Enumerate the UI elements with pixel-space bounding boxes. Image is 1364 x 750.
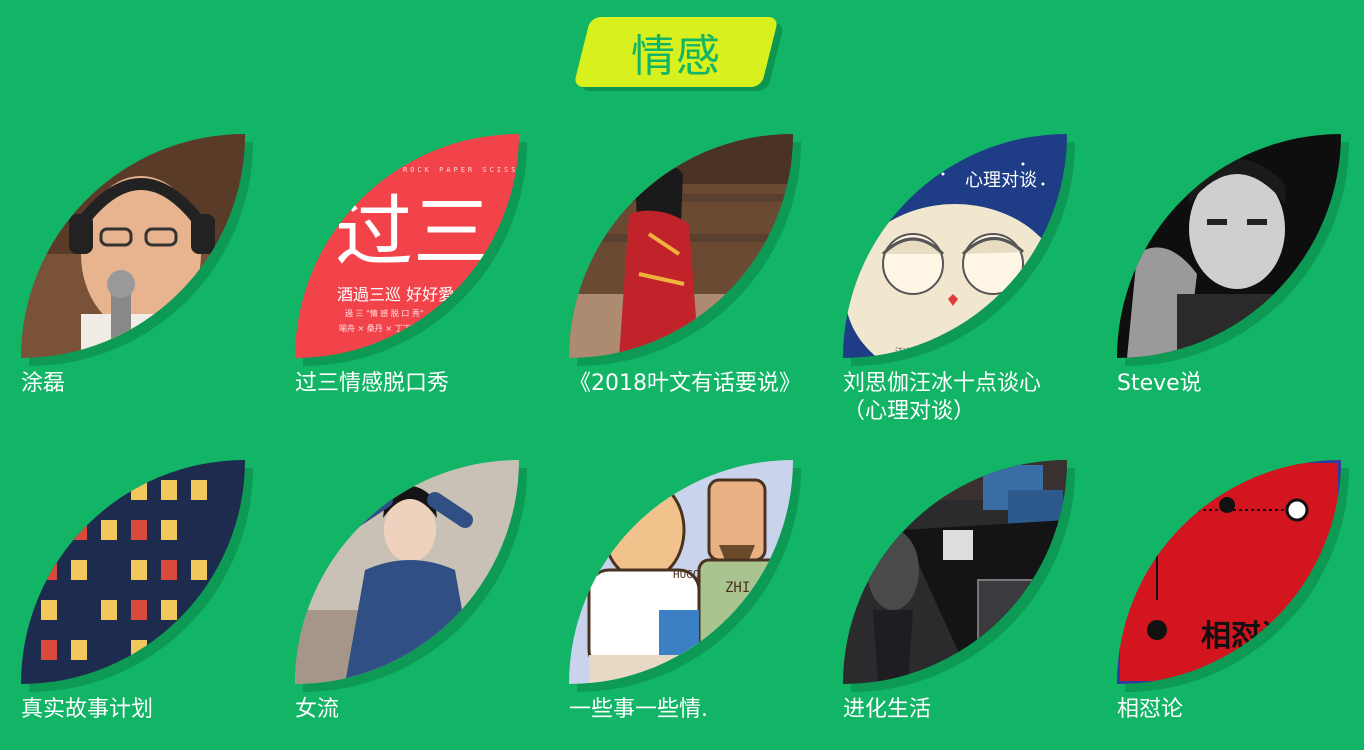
man-headphones-icon[interactable] xyxy=(21,134,245,358)
podcast-card[interactable]: 相怼论 相怼论 xyxy=(1117,460,1357,750)
podcast-card[interactable]: HUGO ZHI 一些事一些情. xyxy=(569,460,809,750)
podcast-name[interactable]: Steve说 xyxy=(1117,370,1357,398)
section-title: 情感 xyxy=(631,31,721,82)
poster-sub: 過 三 "情 感 脱 口 秀" xyxy=(345,308,424,318)
podcast-card[interactable]: 涂磊 xyxy=(21,134,261,424)
podcast-name[interactable]: 一些事一些情. xyxy=(569,696,809,724)
podcast-card[interactable]: Steve说 xyxy=(1117,134,1357,424)
poster-small-text: ROCK PAPER SCISSORS xyxy=(403,166,519,174)
cartoon-hugo-zhi-icon[interactable]: HUGO ZHI xyxy=(569,460,793,684)
man-portrait-bw-icon[interactable] xyxy=(1117,134,1341,358)
sports-icons-red-icon[interactable]: 相怼论 xyxy=(1117,460,1341,684)
podcast-name[interactable]: 涂磊 xyxy=(21,370,261,398)
podcast-card[interactable]: 女流 xyxy=(295,460,535,750)
cover-sub-text: 心理对谈 xyxy=(965,170,1037,191)
podcast-card[interactable]: 点谈心 心理对谈 汪冰 刘思伽汪冰十点谈心（心理对谈） xyxy=(843,134,1083,424)
guo-san-poster-icon[interactable]: 过三 ROCK PAPER SCISSORS 酒過三巡 好好愛人 過 三 "情 … xyxy=(295,134,519,358)
woman-denim-icon[interactable] xyxy=(295,460,519,684)
podcast-card[interactable]: 真实故事计划 xyxy=(21,460,261,750)
zhi-label: ZHI xyxy=(725,580,750,596)
cover-top-text: 点谈心 xyxy=(883,150,937,171)
poster-big-text: 过三 xyxy=(335,188,491,278)
section-header: 情感 xyxy=(573,17,785,91)
cartoon-couple-icon[interactable]: 点谈心 心理对谈 汪冰 xyxy=(843,134,1067,358)
podcast-card[interactable]: 过三 ROCK PAPER SCISSORS 酒過三巡 好好愛人 過 三 "情 … xyxy=(295,134,535,424)
woman-qipao-icon[interactable] xyxy=(569,134,793,358)
podcast-name[interactable]: 刘思伽汪冰十点谈心（心理对谈） xyxy=(843,370,1083,426)
podcast-name[interactable]: 相怼论 xyxy=(1117,696,1357,724)
studio-desk-icon[interactable] xyxy=(843,460,1067,684)
podcast-name[interactable]: 过三情感脱口秀 xyxy=(295,370,535,398)
hugo-label: HUGO xyxy=(673,568,700,581)
podcast-name[interactable]: 真实故事计划 xyxy=(21,696,261,724)
podcast-name[interactable]: 女流 xyxy=(295,696,535,724)
podcast-name[interactable]: 进化生活 xyxy=(843,696,1083,724)
podcast-card[interactable]: 进化生活 xyxy=(843,460,1083,750)
poster-hosts: 喻舟 × 桑丹 × 丁丁 xyxy=(339,323,411,333)
podcast-card[interactable]: 《2018叶文有话要说》 xyxy=(569,134,809,424)
podcast-name[interactable]: 《2018叶文有话要说》 xyxy=(569,370,809,398)
building-windows-icon[interactable] xyxy=(21,460,245,684)
